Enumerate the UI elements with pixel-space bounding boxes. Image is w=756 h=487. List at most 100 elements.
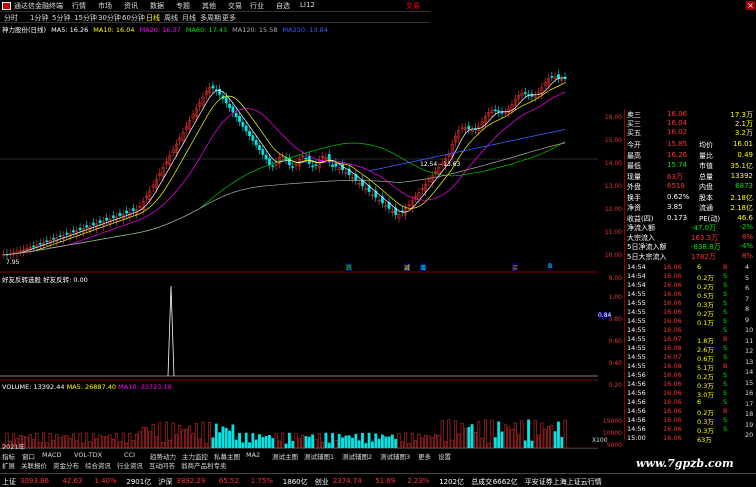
indicator-tab[interactable]: 测试辅图3 [380, 451, 410, 461]
tick-list[interactable]: 14:54 16.06 6 B 14:54 16.06 0.2万 S 14:54 16.06 0.2… [624, 261, 756, 444]
menu-industry[interactable]: 行业 [250, 1, 264, 11]
status-item: 3093.86 [20, 477, 49, 485]
tick-flag: B [723, 263, 728, 271]
volume-bar [58, 437, 62, 448]
book-price: 16.04 [667, 119, 688, 127]
period-60min[interactable]: 60分钟 [122, 13, 145, 23]
tick-time: 14:56 [627, 407, 646, 415]
status-item: 1860亿 [282, 478, 308, 486]
volume-bar [178, 425, 182, 448]
indicator-tab[interactable]: 测试辅图1 [304, 451, 334, 461]
menu-market[interactable]: 行情 [72, 1, 86, 11]
candle [460, 123, 464, 134]
tick-price: 16.06 [663, 398, 682, 406]
tick-flag: S [723, 398, 728, 406]
volume-bar [420, 437, 424, 448]
volume-bar [547, 426, 550, 448]
period-intraday[interactable]: 分时 [4, 13, 18, 23]
period-more[interactable]: 更多 [222, 13, 236, 23]
volume-bar [417, 433, 421, 448]
stat-label: 换手 [627, 193, 641, 202]
volume-bar [52, 439, 55, 448]
indicator-tab[interactable]: 更多 [418, 451, 431, 461]
volume-bar [507, 426, 511, 448]
volume-bar [387, 436, 391, 448]
status-item: 上证 [2, 478, 16, 486]
tick-row: 14:54 16.06 0.2万 S [627, 281, 743, 291]
strip-number: 8 [745, 305, 750, 313]
tick-row: 14:56 16.06 0.2万 S [627, 371, 743, 381]
tick-row: 14:55 16.06 0.5万 S [627, 290, 743, 300]
candle [248, 126, 251, 141]
stat-value: 2.18亿 [730, 204, 753, 212]
tick-price: 16.06 [663, 290, 682, 298]
indicator-tab[interactable]: VOL-TDX [74, 451, 102, 459]
info-tab[interactable]: 行业资讯 [117, 460, 143, 470]
indicator-tab[interactable]: 测试辅图2 [342, 451, 372, 461]
trade-link[interactable]: 交易 [406, 1, 420, 11]
stat-label: 最低 [627, 162, 641, 170]
indicator-tabs: 2021年 指标 窗口 MACD VOL-TDX CCI 趋势动力 主力监控 私募主图 MA2 测… [0, 443, 598, 470]
candle [533, 90, 537, 103]
menu-li12[interactable]: LI12 [300, 1, 315, 9]
volume-bar [410, 432, 414, 448]
close-icon[interactable]: × [746, 1, 755, 10]
indicator-spike [167, 285, 175, 377]
moving-average-lines [3, 77, 566, 255]
info-tab[interactable]: 资金分布 [53, 460, 79, 470]
tick-price: 16.06 [663, 308, 682, 316]
strip-number: 4 [745, 263, 750, 271]
indicator-tab[interactable]: CCI [124, 451, 135, 459]
period-monthly[interactable]: 月线 [182, 13, 196, 23]
candle [72, 225, 75, 237]
period-15min[interactable]: 15分钟 [74, 13, 97, 23]
volume-bar [138, 431, 142, 448]
volume-bar [324, 432, 328, 448]
flow-value: 1782万 [691, 252, 716, 261]
volume-bar [32, 439, 35, 448]
price-tick: 10.00 [604, 252, 622, 259]
menu-exchange[interactable]: 市场 [98, 1, 112, 11]
info-tab[interactable]: 关联报价 [21, 460, 47, 470]
period-daily[interactable]: 日线 [146, 13, 160, 23]
indicator-tab[interactable]: 测试主图 [272, 451, 298, 461]
menu-other[interactable]: 其他 [202, 1, 216, 11]
price-tick: 15.00 [604, 137, 622, 144]
menu-watchlist[interactable]: 自选 [276, 1, 290, 11]
info-tab[interactable]: 综合资讯 [85, 460, 111, 470]
period-30min[interactable]: 30分钟 [98, 13, 121, 23]
info-tab[interactable]: 互动问答 [149, 460, 175, 470]
stat-label: 总量 [699, 172, 713, 181]
volume-bar [264, 435, 268, 448]
price-tick: 12.00 [604, 206, 622, 213]
candle [274, 157, 278, 171]
menu-trade[interactable]: 交易 [228, 1, 242, 11]
menu-topics[interactable]: 专题 [176, 1, 190, 11]
period-5min[interactable]: 5分钟 [52, 13, 70, 23]
period-multi[interactable]: 多周期 [200, 13, 221, 23]
menu-news[interactable]: 资讯 [124, 1, 138, 11]
period-weekly[interactable]: 周线 [164, 13, 178, 23]
menu-data[interactable]: 数据 [150, 1, 164, 11]
volume-bar [307, 436, 311, 448]
indicator-tab[interactable]: MACD [42, 451, 61, 459]
ma20-label: MA20: 16.37 [139, 26, 181, 34]
info-tab[interactable]: 翁商产品利专卖 [181, 460, 227, 470]
tick-flag: S [723, 353, 728, 361]
volume-bar [560, 436, 564, 448]
tick-flag: S [723, 299, 728, 307]
info-tab[interactable]: 扩展 [2, 460, 15, 470]
volume-bar [95, 438, 99, 448]
candle [12, 248, 16, 259]
candle [264, 150, 268, 164]
volume-bar [464, 428, 467, 448]
indicator-tab[interactable]: MA2 [246, 451, 260, 459]
volume-bar [274, 433, 278, 448]
tick-row: 14:55 16.07 1.8万 B [627, 335, 743, 345]
ind-tick: 0.60 [608, 338, 622, 345]
right-number-strip: 4 5 6 7 8 9 10 11 12 13 14 15 16 17 18 19 20 [741, 261, 756, 441]
indicator-tab[interactable]: 设置 [438, 451, 451, 461]
period-1min[interactable]: 1分钟 [30, 13, 48, 23]
status-item: 42.63 [62, 477, 83, 485]
stat-label: 市值 [699, 162, 713, 170]
